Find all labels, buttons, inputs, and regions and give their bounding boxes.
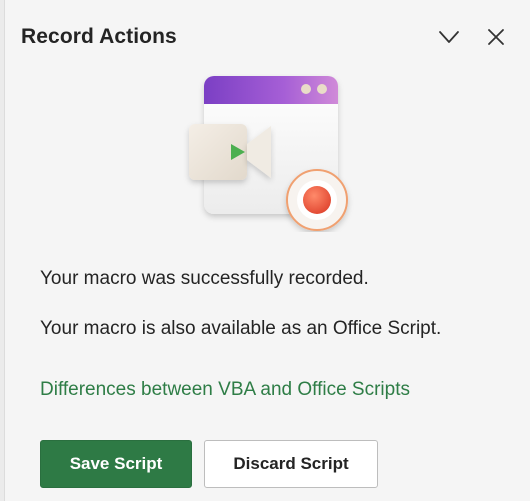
chevron-down-icon bbox=[439, 31, 459, 43]
record-actions-pane: Record Actions Your macro was successful… bbox=[4, 0, 530, 501]
discard-script-button[interactable]: Discard Script bbox=[204, 440, 378, 488]
recorded-message: Your macro was successfully recorded. bbox=[40, 268, 369, 289]
record-macro-illustration bbox=[183, 74, 355, 232]
pane-title: Record Actions bbox=[21, 25, 177, 48]
office-script-message: Your macro is also available as an Offic… bbox=[40, 318, 442, 339]
close-icon bbox=[488, 29, 504, 45]
save-script-button[interactable]: Save Script bbox=[40, 440, 192, 488]
close-pane-button[interactable] bbox=[481, 22, 511, 52]
vba-office-scripts-link[interactable]: Differences between VBA and Office Scrip… bbox=[40, 379, 410, 401]
collapse-pane-button[interactable] bbox=[434, 22, 464, 52]
